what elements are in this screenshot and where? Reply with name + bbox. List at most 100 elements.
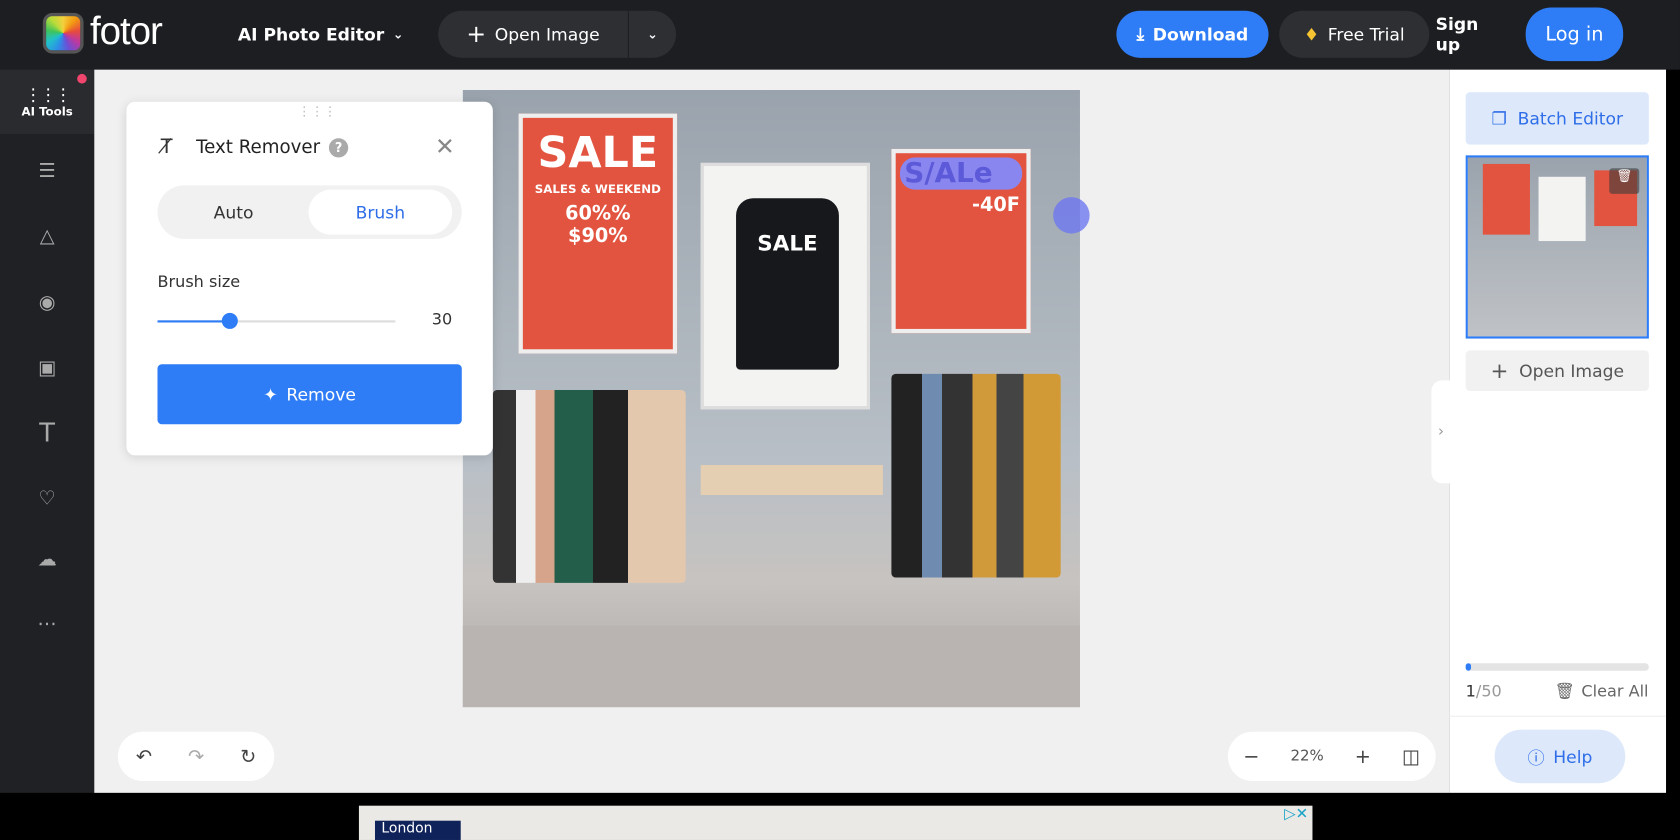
zoom-value: 22%	[1290, 747, 1324, 765]
ai-photo-editor-menu[interactable]: AI Photo Editor ⌄	[238, 16, 404, 52]
sidebar-item-more[interactable]: ⋯	[0, 591, 94, 655]
fotor-logo-icon[interactable]	[42, 12, 84, 54]
notification-dot	[77, 73, 87, 84]
eye-icon: ◉	[38, 290, 56, 314]
compare-icon[interactable]: ◫	[1402, 745, 1420, 767]
zoom-out-icon[interactable]: −	[1243, 745, 1259, 767]
thumb-frame	[1538, 176, 1586, 242]
text-remover-panel: ⋮⋮⋮ T̸ Text Remover ? ✕ Auto Brush Brush…	[126, 101, 493, 456]
app: fotor AI Photo Editor ⌄ + Open Image ⌄ ⤓ Do…	[0, 0, 1680, 840]
sidebar-item-elements[interactable]: ♡	[0, 466, 94, 530]
batch-editor-label: Batch Editor	[1517, 108, 1624, 129]
remove-label: Remove	[286, 384, 356, 405]
more-icon: ⋯	[37, 612, 57, 635]
sign-up-link[interactable]: Sign up	[1436, 11, 1509, 58]
open-image-button[interactable]: + Open Image	[1465, 350, 1649, 392]
sidebar-item-frames[interactable]: ▣	[0, 335, 94, 399]
ad-banner[interactable]: London ▷✕	[358, 805, 1313, 840]
chevron-right-icon: ›	[1438, 423, 1445, 441]
brush-size-slider[interactable]	[157, 312, 396, 329]
brush-size-value: 30	[431, 309, 453, 329]
brush-cursor	[1053, 197, 1090, 234]
download-button[interactable]: ⤓ Download	[1116, 10, 1269, 58]
reset-icon[interactable]: ↻	[240, 745, 256, 767]
open-image-button[interactable]: + Open Image	[438, 10, 629, 58]
count-current: 1	[1465, 681, 1476, 701]
frame-icon: ▣	[38, 356, 57, 379]
batch-progress-bar	[1465, 663, 1649, 671]
chevron-down-icon: ⌄	[392, 26, 404, 42]
help-icon[interactable]: ?	[328, 138, 349, 158]
grid-dots-icon: ⋮⋮⋮	[24, 84, 72, 105]
flask-icon: △	[39, 224, 55, 247]
redo-icon[interactable]: ↷	[188, 745, 204, 767]
sliders-icon: ☰	[38, 159, 56, 182]
clothes-rack-right	[891, 373, 1061, 578]
drag-handle-icon[interactable]: ⋮⋮⋮	[298, 104, 337, 119]
magic-wand-icon: ✦	[263, 384, 278, 405]
poster-title: SALE	[537, 128, 659, 178]
thumb-poster	[1482, 163, 1530, 235]
sidebar-item-adjust[interactable]: ☰	[0, 138, 94, 202]
sidebar-item-ai-tools[interactable]: ⋮⋮⋮ AI Tools	[0, 69, 95, 134]
sidebar-item-effects[interactable]: △	[0, 204, 94, 268]
download-label: Download	[1152, 24, 1249, 45]
help-button[interactable]: ⓘ Help	[1494, 729, 1626, 784]
collapse-panel-toggle[interactable]: ›	[1431, 380, 1451, 484]
ad-close-icon[interactable]: ▷✕	[1284, 806, 1308, 823]
zoom-in-icon[interactable]: +	[1355, 745, 1371, 767]
menu-label: AI Photo Editor	[237, 24, 385, 45]
diamond-icon: ♦	[1303, 24, 1320, 45]
top-bar: fotor AI Photo Editor ⌄ + Open Image ⌄ ⤓ Do…	[0, 0, 1680, 70]
sidebar-item-label: AI Tools	[21, 104, 73, 119]
layers-icon: ❐	[1491, 108, 1507, 129]
image-count: 1/50	[1466, 681, 1502, 700]
mode-toggle: Auto Brush	[157, 185, 462, 239]
shirt-frame: SALE	[700, 162, 870, 410]
log-in-button[interactable]: Log in	[1525, 7, 1624, 62]
cloud-upload-icon: ☁	[37, 548, 57, 571]
clear-all-label: Clear All	[1581, 681, 1649, 701]
brush-size-label: Brush size	[157, 272, 241, 292]
brand-name[interactable]: fotor	[90, 9, 163, 54]
sidebar-item-text[interactable]: T	[0, 401, 94, 465]
free-trial-button[interactable]: ♦ Free Trial	[1279, 10, 1430, 58]
free-trial-label: Free Trial	[1327, 24, 1405, 45]
panel-title: Text Remover	[196, 137, 321, 159]
chevron-down-icon: ⌄	[647, 26, 658, 42]
undo-icon[interactable]: ↶	[136, 745, 152, 767]
remove-button[interactable]: ✦ Remove	[157, 364, 462, 425]
delete-thumbnail-icon[interactable]: 🗑	[1609, 168, 1640, 194]
open-image-label: Open Image	[494, 24, 600, 45]
poster-line: -40F	[971, 193, 1020, 217]
question-circle-icon: ⓘ	[1527, 747, 1545, 769]
poster-title-brushed: S/ALe	[899, 157, 1023, 190]
mode-auto[interactable]: Auto	[162, 190, 306, 235]
shapes-icon: ♡	[38, 486, 56, 510]
sidebar-item-uploads[interactable]: ☁	[0, 527, 94, 591]
close-icon[interactable]: ✕	[435, 134, 455, 161]
poster-line: 60%%	[565, 202, 631, 225]
count-total: /50	[1475, 681, 1502, 701]
zoom-controls: − 22% + ◫	[1227, 731, 1436, 782]
shoe-table	[700, 464, 883, 495]
text-icon: T	[39, 417, 55, 448]
download-icon: ⤓	[1136, 23, 1145, 44]
slider-fill	[157, 320, 229, 323]
slider-handle[interactable]	[221, 312, 238, 329]
photo[interactable]: SALE SALES & WEEKEND 60%% $90% SALE S/AL…	[462, 89, 1080, 708]
plus-icon: +	[1490, 357, 1509, 384]
right-panel: ❐ Batch Editor 🗑 + Open Image 1/50 🗑 Clear …	[1449, 69, 1667, 793]
open-image-dropdown[interactable]: ⌄	[629, 11, 676, 58]
ad-text: London	[374, 820, 461, 840]
clear-all-button[interactable]: 🗑 Clear All	[1555, 681, 1649, 700]
plus-icon: +	[466, 20, 487, 48]
image-thumbnail[interactable]: 🗑	[1465, 155, 1649, 339]
mode-brush[interactable]: Brush	[308, 189, 453, 235]
floor	[462, 625, 1080, 708]
sidebar-item-beauty[interactable]: ◉	[0, 270, 94, 334]
batch-editor-button[interactable]: ❐ Batch Editor	[1465, 92, 1649, 145]
history-controls: ↶ ↷ ↻	[117, 731, 275, 782]
text-remover-icon: T̸	[160, 136, 173, 159]
poster-line: $90%	[568, 224, 628, 248]
